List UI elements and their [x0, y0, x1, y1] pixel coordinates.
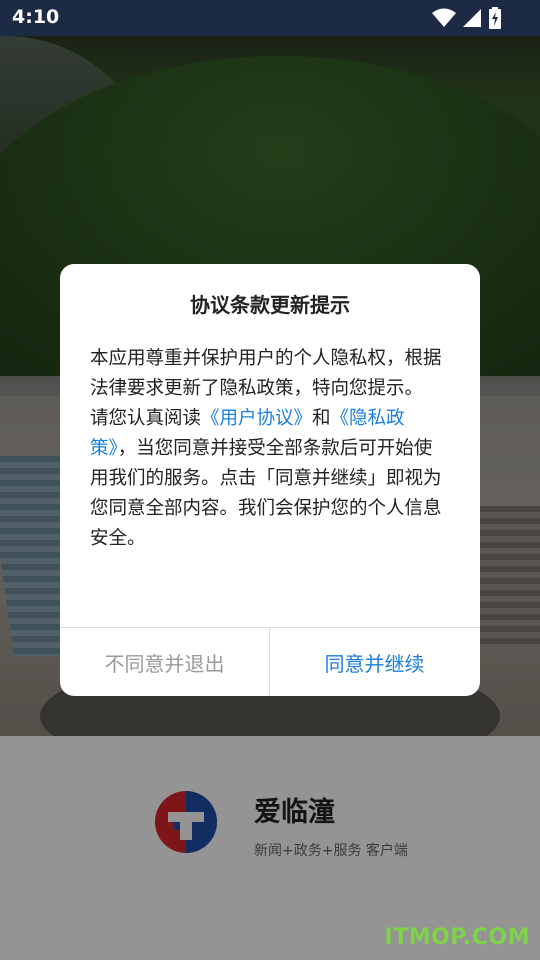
- user-agreement-link[interactable]: 《用户协议》: [201, 408, 312, 429]
- wifi-icon: [431, 8, 456, 27]
- battery-charging-icon: [489, 7, 501, 29]
- status-time: 4:10: [12, 6, 60, 28]
- disagree-exit-button[interactable]: 不同意并退出: [60, 628, 269, 696]
- dialog-paragraph-1: 本应用尊重并保护用户的个人隐私权，根据法律要求更新了隐私政策，特向您提示。: [90, 348, 442, 399]
- watermark: ITMOP.COM: [384, 925, 530, 950]
- dialog-title: 协议条款更新提示: [190, 293, 350, 317]
- paragraph-2-prefix: 请您认真阅读: [90, 408, 202, 429]
- privacy-update-dialog: 协议条款更新提示 本应用尊重并保护用户的个人隐私权，根据法律要求更新了隐私政策，…: [60, 264, 480, 696]
- status-icons: [431, 7, 502, 29]
- dialog-body: 本应用尊重并保护用户的个人隐私权，根据法律要求更新了隐私政策，特向您提示。 请您…: [90, 344, 450, 554]
- signal-icon: [462, 9, 481, 27]
- and-text: 和: [312, 408, 331, 429]
- dialog-paragraph-2: 请您认真阅读《用户协议》和《隐私政策》，当您同意并接受全部条款后可开始使用我们的…: [90, 404, 450, 554]
- status-bar: 4:10: [0, 0, 540, 36]
- paragraph-2-suffix: ，当您同意并接受全部条款后可开始使用我们的服务。点击「同意并继续」即视为您同意全…: [90, 438, 442, 549]
- agree-continue-button[interactable]: 同意并继续: [270, 628, 479, 696]
